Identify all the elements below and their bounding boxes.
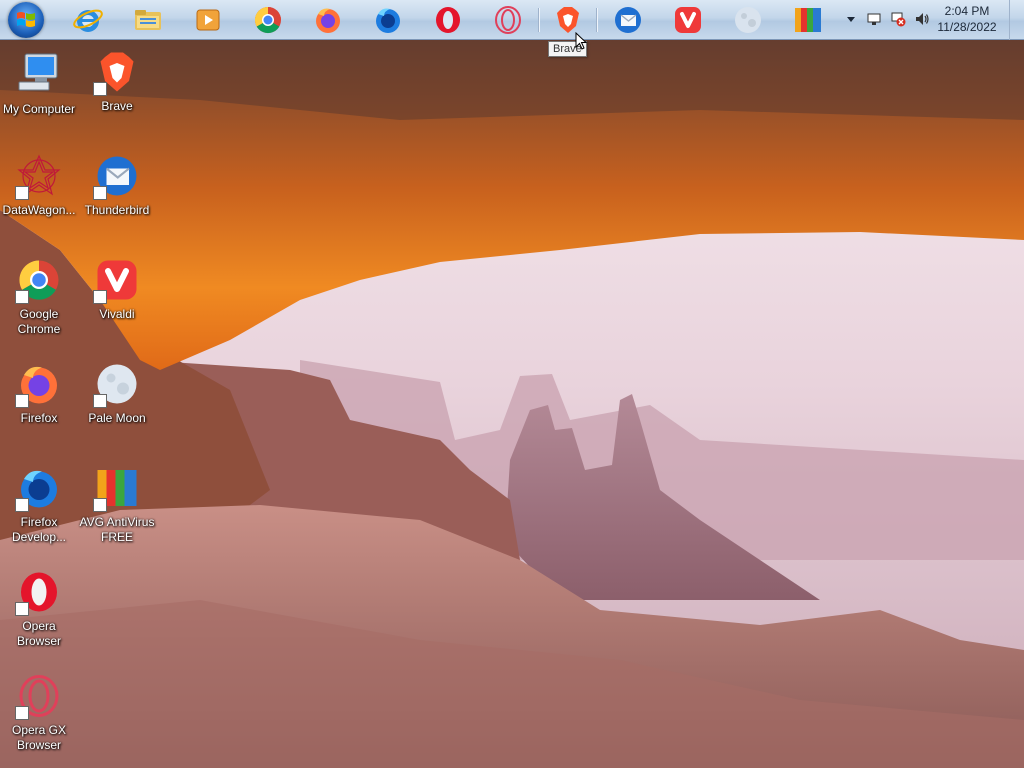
- desktop-icon-label: Google Chrome: [17, 307, 61, 336]
- internet-explorer-icon[interactable]: [72, 4, 104, 36]
- action-center-icon[interactable]: [866, 11, 882, 27]
- firefox-icon[interactable]: [312, 4, 344, 36]
- clock-date: 11/28/2022: [937, 20, 997, 34]
- desktop-icon-label: Opera Browser: [16, 619, 61, 648]
- desktop-icon-avg-antivirus[interactable]: AVG AntiVirus FREE: [78, 464, 156, 545]
- desktop-icon-opera-gx-browser[interactable]: Opera GX Browser: [0, 672, 78, 753]
- taskbar-clock[interactable]: 2:04 PM 11/28/2022: [932, 3, 1002, 35]
- shortcut-arrow-icon: [93, 290, 107, 304]
- shortcut-arrow-icon: [15, 498, 29, 512]
- show-desktop-button[interactable]: [1009, 0, 1024, 40]
- vivaldi-icon[interactable]: [672, 4, 704, 36]
- shortcut-arrow-icon: [15, 290, 29, 304]
- show-hidden-icons-icon[interactable]: [846, 14, 856, 24]
- shortcut-arrow-icon: [15, 602, 29, 616]
- shortcut-arrow-icon: [93, 394, 107, 408]
- taskbar: 2:04 PM 11/28/2022: [0, 0, 1024, 40]
- media-player-icon[interactable]: [192, 4, 224, 36]
- desktop-icon-label: Vivaldi: [99, 307, 135, 321]
- windows-logo-icon: [17, 12, 35, 27]
- avg-antivirus-icon[interactable]: [792, 4, 824, 36]
- shortcut-arrow-icon: [15, 186, 29, 200]
- desktop-icon-google-chrome[interactable]: Google Chrome: [0, 256, 78, 337]
- desktop-icon-pale-moon[interactable]: Pale Moon: [78, 360, 156, 426]
- desktop-icon-label: AVG AntiVirus FREE: [79, 515, 155, 544]
- taskbar-separator: [596, 8, 598, 32]
- clock-time: 2:04 PM: [944, 4, 990, 18]
- computer-icon: [18, 53, 58, 91]
- thunderbird-icon[interactable]: [612, 4, 644, 36]
- desktop-icon-label: Firefox: [20, 411, 58, 425]
- desktop-icon-my-computer[interactable]: My Computer: [0, 48, 78, 117]
- chrome-icon[interactable]: [252, 4, 284, 36]
- desktop-icon-firefox-developer[interactable]: Firefox Develop...: [0, 464, 78, 545]
- desktop-icon-label: Pale Moon: [88, 411, 146, 425]
- desktop-icon-vivaldi[interactable]: Vivaldi: [78, 256, 156, 322]
- system-tray: [842, 0, 938, 40]
- mouse-cursor-icon: [575, 32, 588, 50]
- taskbar-separator: [538, 8, 540, 32]
- desktop-icon-datawagon[interactable]: DataWagon...: [0, 152, 78, 218]
- firefox-developer-icon[interactable]: [372, 4, 404, 36]
- desktop-icon-thunderbird[interactable]: Thunderbird: [78, 152, 156, 218]
- desktop-icon-firefox[interactable]: Firefox: [0, 360, 78, 426]
- volume-icon[interactable]: [914, 11, 930, 27]
- start-button[interactable]: [8, 2, 44, 38]
- desktop-icon-label: DataWagon...: [2, 203, 76, 217]
- shortcut-arrow-icon: [93, 82, 107, 96]
- pale-moon-icon[interactable]: [732, 4, 764, 36]
- desktop-icon-label: My Computer: [2, 102, 76, 116]
- desktop-icon-label: Firefox Develop...: [11, 515, 67, 544]
- network-disconnected-icon[interactable]: [890, 11, 906, 27]
- desktop-icon-label: Brave: [101, 99, 133, 113]
- desktop-icon-label: Opera GX Browser: [11, 723, 67, 752]
- shortcut-arrow-icon: [93, 498, 107, 512]
- shortcut-arrow-icon: [15, 394, 29, 408]
- desktop-icon-opera-browser[interactable]: Opera Browser: [0, 568, 78, 649]
- opera-gx-icon[interactable]: [492, 4, 524, 36]
- shortcut-arrow-icon: [93, 186, 107, 200]
- file-explorer-icon[interactable]: [132, 4, 164, 36]
- shortcut-arrow-icon: [15, 706, 29, 720]
- opera-icon[interactable]: [432, 4, 464, 36]
- desktop-icon-brave[interactable]: Brave: [78, 48, 156, 114]
- desktop-icon-label: Thunderbird: [84, 203, 150, 217]
